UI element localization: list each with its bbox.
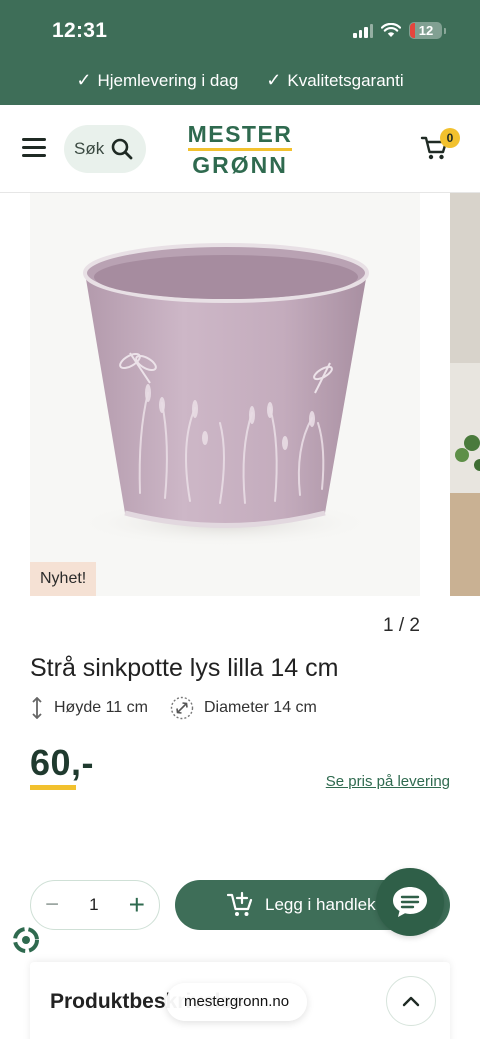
expand-toggle-button[interactable] [386,976,436,1026]
battery-cap [444,27,446,34]
height-icon [32,697,42,719]
check-icon: ✓ [76,70,92,90]
add-to-cart-icon [227,891,253,916]
diameter-icon [170,696,194,720]
search-label: Søk [74,139,105,158]
spec-diameter-label: Diameter 14 cm [203,699,317,716]
check-icon: ✓ [266,70,282,90]
status-icons: 12 [353,22,446,39]
wifi-icon [381,23,401,37]
usp-item-delivery: ✓ Hjemlevering i dag [76,70,238,91]
decrease-quantity-button[interactable]: − [45,891,59,919]
quantity-stepper: − 1 + [30,880,160,930]
chevron-up-icon [402,996,420,1007]
search-icon [111,138,133,160]
top-banner: 12:31 12 ✓ Hjemlevering i dag ✓ Kvalitet… [0,0,480,105]
product-title: Strå sinkpotte lys lilla 14 cm [30,654,339,682]
add-to-cart-label: Legg i handlek [265,895,376,914]
battery-icon: 12 [409,22,442,39]
delivery-price-link[interactable]: Se pris på levering [326,773,450,790]
site-header: Søk MESTER GRØNN 0 [0,105,480,193]
logo-bar [188,148,292,151]
product-price: 60,- [30,742,95,783]
usp-item-guarantee: ✓ Kvalitetsgaranti [266,70,403,91]
site-logo[interactable]: MESTER GRØNN [184,122,296,177]
product-image[interactable] [30,193,420,596]
logo-line1: MESTER [187,121,293,147]
chat-button[interactable] [376,868,444,936]
signal-icon [353,23,373,38]
spec-height-label: Høyde 11 cm [54,699,148,716]
recycle-icon[interactable] [8,922,44,958]
usp-label: Kvalitetsgaranti [287,70,404,90]
image-pager: 1 / 2 [383,615,420,636]
next-image-preview [450,193,480,596]
usp-label: Hjemlevering i dag [97,70,239,90]
logo-line2: GRØNN [192,152,288,178]
quantity-value[interactable]: 1 [89,895,98,915]
browser-url-bar[interactable]: mestergronn.no [166,983,308,1021]
menu-icon[interactable] [22,138,46,158]
chat-icon [393,887,427,917]
battery-level: 12 [418,23,434,38]
new-badge: Nyhet! [30,562,97,596]
usp-bar: ✓ Hjemlevering i dag ✓ Kvalitetsgaranti [0,70,480,91]
status-time: 12:31 [52,19,108,42]
next-product-image[interactable] [450,193,480,596]
pot-illustration [75,243,375,547]
cart-count-badge: 0 [440,128,460,148]
search-button[interactable]: Søk [64,125,146,173]
spec-height: Høyde 11 cm [30,697,148,719]
spec-diameter: Diameter 14 cm [170,696,317,720]
increase-quantity-button[interactable]: + [129,889,145,921]
product-specs: Høyde 11 cm Diameter 14 cm [30,696,339,720]
price-underline [30,785,76,790]
